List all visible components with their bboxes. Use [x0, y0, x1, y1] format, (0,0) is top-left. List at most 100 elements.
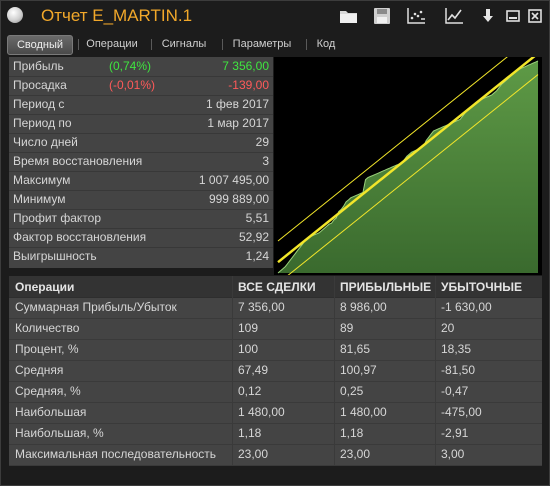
- stat-row-period-to: Период по 1 мар 2017: [9, 114, 273, 133]
- report-window: Отчет E_MARTIN.1 Сводный Операции Сигнал…: [0, 0, 550, 486]
- table-cell: -0,47: [441, 384, 469, 398]
- stat-label: Профит фактор: [13, 211, 102, 225]
- table-cell: -81,50: [441, 363, 476, 377]
- stat-value: 1 007 495,00: [198, 173, 269, 187]
- table-row: Средняя 67,49 100,97 -81,50: [9, 360, 542, 382]
- stat-row-win-ratio: Выигрышность 1,24: [9, 247, 273, 266]
- table-cell: 1 480,00: [238, 405, 285, 419]
- table-cell: 89: [340, 321, 354, 335]
- stat-row-days: Число дней 29: [9, 133, 273, 152]
- table-cell: 1,18: [238, 426, 262, 440]
- stat-value: -139,00: [228, 78, 269, 92]
- stat-label: Число дней: [13, 135, 78, 149]
- stat-row-minimum: Минимум 999 889,00: [9, 190, 273, 209]
- table-cell: Средняя, %: [15, 384, 81, 398]
- app-icon: [7, 7, 23, 23]
- table-cell: -475,00: [441, 405, 482, 419]
- table-cell: Процент, %: [15, 342, 79, 356]
- tab-summary[interactable]: Сводный: [7, 35, 73, 55]
- save-icon[interactable]: [372, 7, 392, 25]
- equity-chart-svg: [277, 31, 539, 284]
- table-cell: 109: [238, 321, 259, 335]
- stat-label: Время восстановления: [13, 154, 143, 168]
- table-cell: Максимальная последовательность: [15, 447, 217, 461]
- stat-row-period-from: Период с 1 фев 2017: [9, 95, 273, 114]
- table-cell: 1 480,00: [340, 405, 387, 419]
- stat-row-maximum: Максимум 1 007 495,00: [9, 171, 273, 190]
- chart-points-icon[interactable]: [406, 7, 426, 25]
- table-row: Суммарная Прибыль/Убыток 7 356,00 8 986,…: [9, 297, 542, 319]
- stat-label: Максимум: [13, 173, 71, 187]
- table-row: Средняя, % 0,12 0,25 -0,47: [9, 381, 542, 403]
- table-row: Процент, % 100 81,65 18,35: [9, 339, 542, 361]
- stat-row-profit-factor: Профит фактор 5,51: [9, 209, 273, 228]
- stat-label: Период по: [13, 116, 72, 130]
- tab-code[interactable]: Код: [309, 35, 343, 53]
- column-header: ВСЕ СДЕЛКИ: [238, 280, 316, 294]
- column-header: ПРИБЫЛЬНЫЕ: [340, 280, 432, 294]
- window-title: Отчет E_MARTIN.1: [41, 6, 193, 25]
- table-cell: 81,65: [340, 342, 371, 356]
- table-cell: -1 630,00: [441, 300, 492, 314]
- table-cell: 100: [238, 342, 259, 356]
- stat-row-drawdown: Просадка (-0,01%) -139,00: [9, 76, 273, 95]
- operations-table: Операции ВСЕ СДЕЛКИ ПРИБЫЛЬНЫЕ УБЫТОЧНЫЕ…: [9, 276, 542, 466]
- tab-parameters[interactable]: Параметры: [225, 35, 299, 53]
- table-cell: 0,12: [238, 384, 262, 398]
- table-cell: 20: [441, 321, 455, 335]
- table-cell: 23,00: [340, 447, 371, 461]
- stat-value: 1 фев 2017: [206, 97, 269, 111]
- stat-label: Период с: [13, 97, 65, 111]
- summary-stats-panel: Прибыль (0,74%) 7 356,00 Просадка (-0,01…: [9, 57, 273, 268]
- tab-operations[interactable]: Операции: [81, 35, 143, 53]
- stat-value: 999 889,00: [208, 192, 269, 206]
- minimize-icon[interactable]: [503, 7, 523, 25]
- table-cell: 0,25: [340, 384, 364, 398]
- table-cell: Средняя: [15, 363, 64, 377]
- stat-label: Фактор восстановления: [13, 230, 147, 244]
- table-row: Количество 109 89 20: [9, 318, 542, 340]
- table-cell: Количество: [15, 321, 80, 335]
- table-cell: 23,00: [238, 447, 269, 461]
- stat-value: 29: [255, 135, 269, 149]
- stat-value: 3: [262, 154, 269, 168]
- table-cell: 8 986,00: [340, 300, 387, 314]
- equity-chart: [274, 31, 542, 284]
- table-cell: 18,35: [441, 342, 472, 356]
- table-cell: Наибольшая, %: [15, 426, 104, 440]
- table-cell: Суммарная Прибыль/Убыток: [15, 300, 177, 314]
- stat-value: 5,51: [245, 211, 269, 225]
- table-row: Наибольшая 1 480,00 1 480,00 -475,00: [9, 402, 542, 424]
- table-row: Наибольшая, % 1,18 1,18 -2,91: [9, 423, 542, 445]
- table-cell: 3,00: [441, 447, 465, 461]
- stat-value: 1 мар 2017: [207, 116, 269, 130]
- equity-area: [278, 61, 538, 273]
- column-header: УБЫТОЧНЫЕ: [441, 280, 523, 294]
- close-icon[interactable]: [525, 7, 545, 25]
- table-row: Максимальная последовательность 23,00 23…: [9, 444, 542, 466]
- folder-icon[interactable]: [339, 7, 359, 25]
- stat-label: Выигрышность: [13, 249, 97, 263]
- title-bar: Отчет E_MARTIN.1: [1, 1, 549, 33]
- table-header: Операции ВСЕ СДЕЛКИ ПРИБЫЛЬНЫЕ УБЫТОЧНЫЕ: [9, 276, 542, 298]
- stat-label: Прибыль: [13, 59, 64, 73]
- stat-row-profit: Прибыль (0,74%) 7 356,00: [9, 57, 273, 76]
- stat-row-recovery-time: Время восстановления 3: [9, 152, 273, 171]
- stat-value: 52,92: [238, 230, 269, 244]
- download-icon[interactable]: [478, 7, 498, 25]
- stat-label: Просадка: [13, 78, 67, 92]
- stat-percent: (-0,01%): [109, 78, 156, 92]
- line-chart-icon[interactable]: [444, 7, 464, 25]
- table-cell: Наибольшая: [15, 405, 87, 419]
- tab-signals[interactable]: Сигналы: [155, 35, 213, 53]
- table-cell: 67,49: [238, 363, 269, 377]
- stat-value: 7 356,00: [222, 59, 269, 73]
- column-header: Операции: [15, 280, 75, 294]
- stat-percent: (0,74%): [109, 59, 152, 73]
- stat-value: 1,24: [245, 249, 269, 263]
- table-cell: 7 356,00: [238, 300, 285, 314]
- stat-row-recovery-factor: Фактор восстановления 52,92: [9, 228, 273, 247]
- table-cell: 100,97: [340, 363, 377, 377]
- table-cell: -2,91: [441, 426, 469, 440]
- table-cell: 1,18: [340, 426, 364, 440]
